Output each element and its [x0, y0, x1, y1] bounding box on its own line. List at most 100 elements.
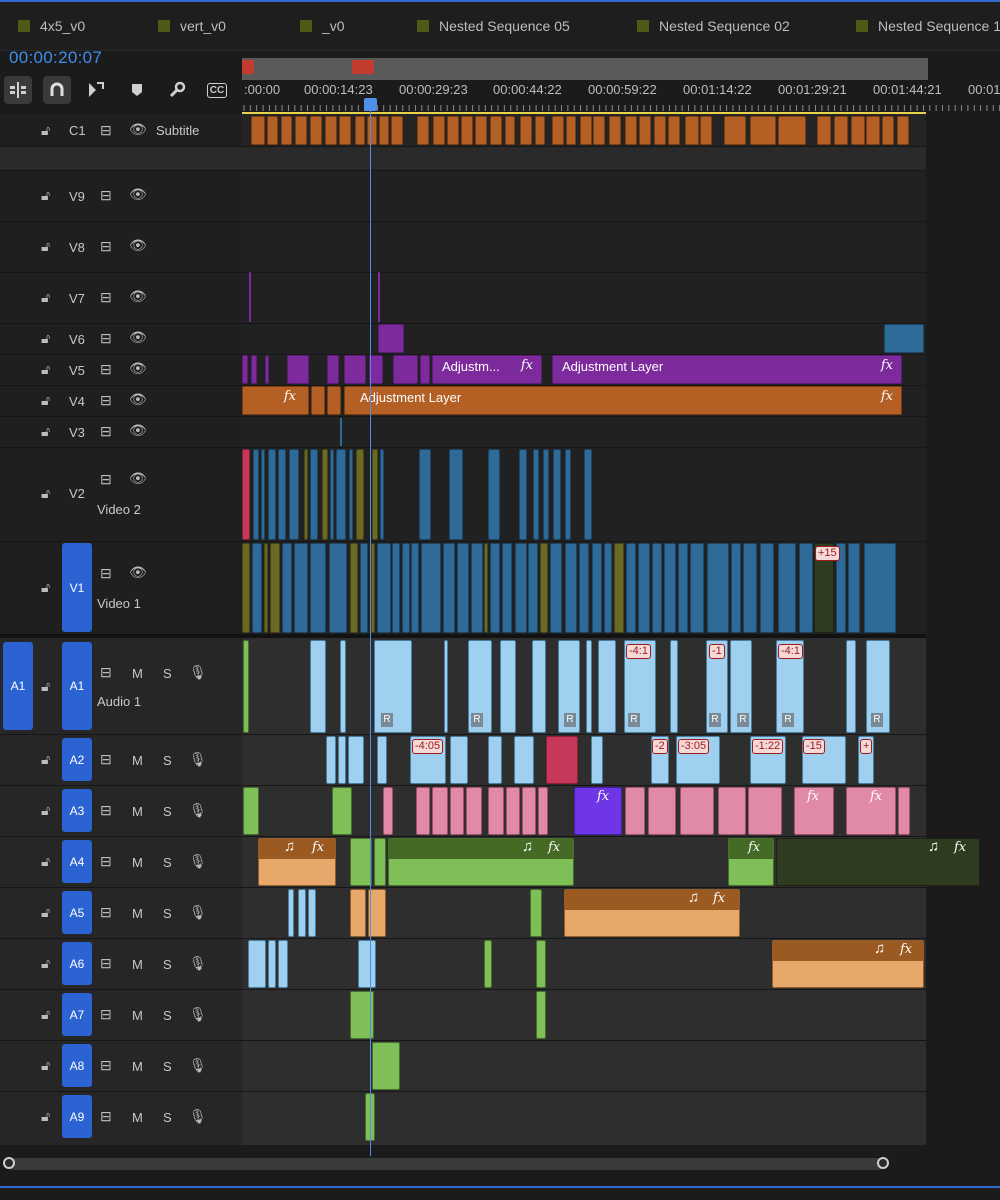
- solo-button[interactable]: S: [163, 1008, 172, 1023]
- video-clip-v2[interactable]: [356, 449, 364, 540]
- audio-clip-a2[interactable]: [338, 736, 346, 784]
- subtitle-clip[interactable]: [267, 116, 278, 145]
- solo-button[interactable]: S: [163, 1110, 172, 1125]
- solo-button[interactable]: S: [163, 906, 172, 921]
- video-clip-v1[interactable]: [270, 543, 280, 633]
- audio-clip-a1[interactable]: [846, 640, 856, 733]
- eye-icon[interactable]: 👁︎: [129, 329, 147, 346]
- lock-icon[interactable]: 🔓︎: [41, 853, 50, 870]
- audio-clip-a3[interactable]: [332, 787, 352, 835]
- subtitle-clip[interactable]: [355, 116, 365, 145]
- audio-clip-a3[interactable]: [625, 787, 645, 835]
- sync-lock-icon[interactable]: ⊟: [100, 955, 112, 972]
- video-clip-v1[interactable]: [604, 543, 612, 633]
- subtitle-clip[interactable]: [447, 116, 459, 145]
- lock-icon[interactable]: 🔓︎: [41, 802, 50, 819]
- video-clip-v2[interactable]: [310, 449, 318, 540]
- lock-icon[interactable]: 🔓︎: [41, 955, 50, 972]
- audio-clip-a1[interactable]: [670, 640, 678, 733]
- audio-clip-a2[interactable]: [377, 736, 387, 784]
- video-clip-v2[interactable]: [304, 449, 308, 540]
- subtitle-clip[interactable]: [778, 116, 806, 145]
- horizontal-scrollbar[interactable]: [8, 1158, 884, 1170]
- linked-selection-icon[interactable]: [82, 76, 110, 104]
- sync-lock-icon[interactable]: ⊟: [100, 122, 112, 139]
- video-clip-v1[interactable]: [392, 543, 400, 633]
- track-target-audio[interactable]: A1: [62, 642, 92, 730]
- mute-button[interactable]: M: [132, 1059, 143, 1074]
- eye-icon[interactable]: 👁︎: [129, 121, 147, 138]
- subtitle-clip[interactable]: [391, 116, 403, 145]
- subtitle-clip[interactable]: [639, 116, 651, 145]
- subtitle-clip[interactable]: [295, 116, 307, 145]
- subtitle-clip[interactable]: [750, 116, 776, 145]
- clip-v5[interactable]: [242, 355, 248, 384]
- subtitle-clip[interactable]: [625, 116, 637, 145]
- playhead-timecode[interactable]: 00:00:20:07: [9, 48, 102, 68]
- mute-button[interactable]: M: [132, 1110, 143, 1125]
- video-clip-v2[interactable]: [372, 449, 378, 540]
- subtitle-clip[interactable]: [724, 116, 746, 145]
- video-clip-v1[interactable]: [471, 543, 483, 633]
- video-clip-v2[interactable]: [565, 449, 571, 540]
- track-target-audio[interactable]: A7: [62, 993, 92, 1036]
- audio-clip-a1[interactable]: [243, 640, 249, 733]
- sync-lock-icon[interactable]: ⊟: [100, 471, 112, 488]
- audio-clip-a4[interactable]: [776, 838, 980, 886]
- microphone-icon[interactable]: 🎙︎: [189, 1057, 207, 1074]
- video-clip-v1[interactable]: [282, 543, 292, 633]
- snap-magnet-icon[interactable]: [43, 76, 71, 104]
- audio-clip-a3[interactable]: [680, 787, 714, 835]
- video-clip-v2[interactable]: [289, 449, 299, 540]
- subtitle-clip[interactable]: [593, 116, 605, 145]
- sync-lock-icon[interactable]: ⊟: [100, 289, 112, 306]
- audio-clip-a5[interactable]: [298, 889, 306, 937]
- audio-clip-a3[interactable]: [488, 787, 504, 835]
- mute-button[interactable]: M: [132, 855, 143, 870]
- video-clip-v1[interactable]: [652, 543, 662, 633]
- video-clip-v2[interactable]: [419, 449, 431, 540]
- video-clip-v1[interactable]: [252, 543, 262, 633]
- audio-clip-a3[interactable]: [748, 787, 782, 835]
- video-clip-v1[interactable]: [484, 543, 488, 633]
- lock-icon[interactable]: 🔓︎: [41, 1057, 50, 1074]
- sync-lock-icon[interactable]: ⊟: [100, 392, 112, 409]
- lock-icon[interactable]: 🔓︎: [41, 361, 50, 378]
- solo-button[interactable]: S: [163, 1059, 172, 1074]
- clip-v4[interactable]: [311, 386, 325, 415]
- audio-clip-a1[interactable]: [532, 640, 546, 733]
- mute-button[interactable]: M: [132, 804, 143, 819]
- video-clip-v2[interactable]: [322, 449, 328, 540]
- subtitle-clip[interactable]: [281, 116, 292, 145]
- audio-clip-a5[interactable]: [530, 889, 542, 937]
- video-clip-v1[interactable]: [707, 543, 729, 633]
- playhead-line[interactable]: [370, 98, 371, 1156]
- sync-lock-icon[interactable]: ⊟: [100, 565, 112, 582]
- video-clip-v1[interactable]: [264, 543, 268, 633]
- video-clip-v2[interactable]: [253, 449, 259, 540]
- lock-icon[interactable]: 🔓︎: [41, 485, 50, 502]
- video-clip-v1[interactable]: [377, 543, 391, 633]
- audio-clip-a3[interactable]: [538, 787, 548, 835]
- video-clip-v2[interactable]: [242, 449, 250, 540]
- audio-clip-a2[interactable]: [546, 736, 578, 784]
- sync-lock-icon[interactable]: ⊟: [100, 330, 112, 347]
- track-target-audio[interactable]: A5: [62, 891, 92, 934]
- sync-lock-icon[interactable]: ⊟: [100, 853, 112, 870]
- mute-button[interactable]: M: [132, 906, 143, 921]
- subtitle-clip[interactable]: [817, 116, 831, 145]
- video-clip-v1[interactable]: [638, 543, 650, 633]
- track-target-audio[interactable]: A8: [62, 1044, 92, 1087]
- lock-icon[interactable]: 🔓︎: [41, 904, 50, 921]
- video-clip-v1[interactable]: [626, 543, 636, 633]
- mute-button[interactable]: M: [132, 1008, 143, 1023]
- adjustment-layer-clip[interactable]: Adjustment Layer fx: [344, 386, 902, 415]
- subtitle-clip[interactable]: [251, 116, 265, 145]
- video-clip-v1[interactable]: [690, 543, 704, 633]
- audio-clip-a3[interactable]: [648, 787, 676, 835]
- mute-button[interactable]: M: [132, 666, 143, 681]
- video-clip-v1[interactable]: [329, 543, 347, 633]
- solo-button[interactable]: S: [163, 855, 172, 870]
- audio-clip-a4[interactable]: [374, 838, 386, 886]
- audio-clip-a2[interactable]: [348, 736, 364, 784]
